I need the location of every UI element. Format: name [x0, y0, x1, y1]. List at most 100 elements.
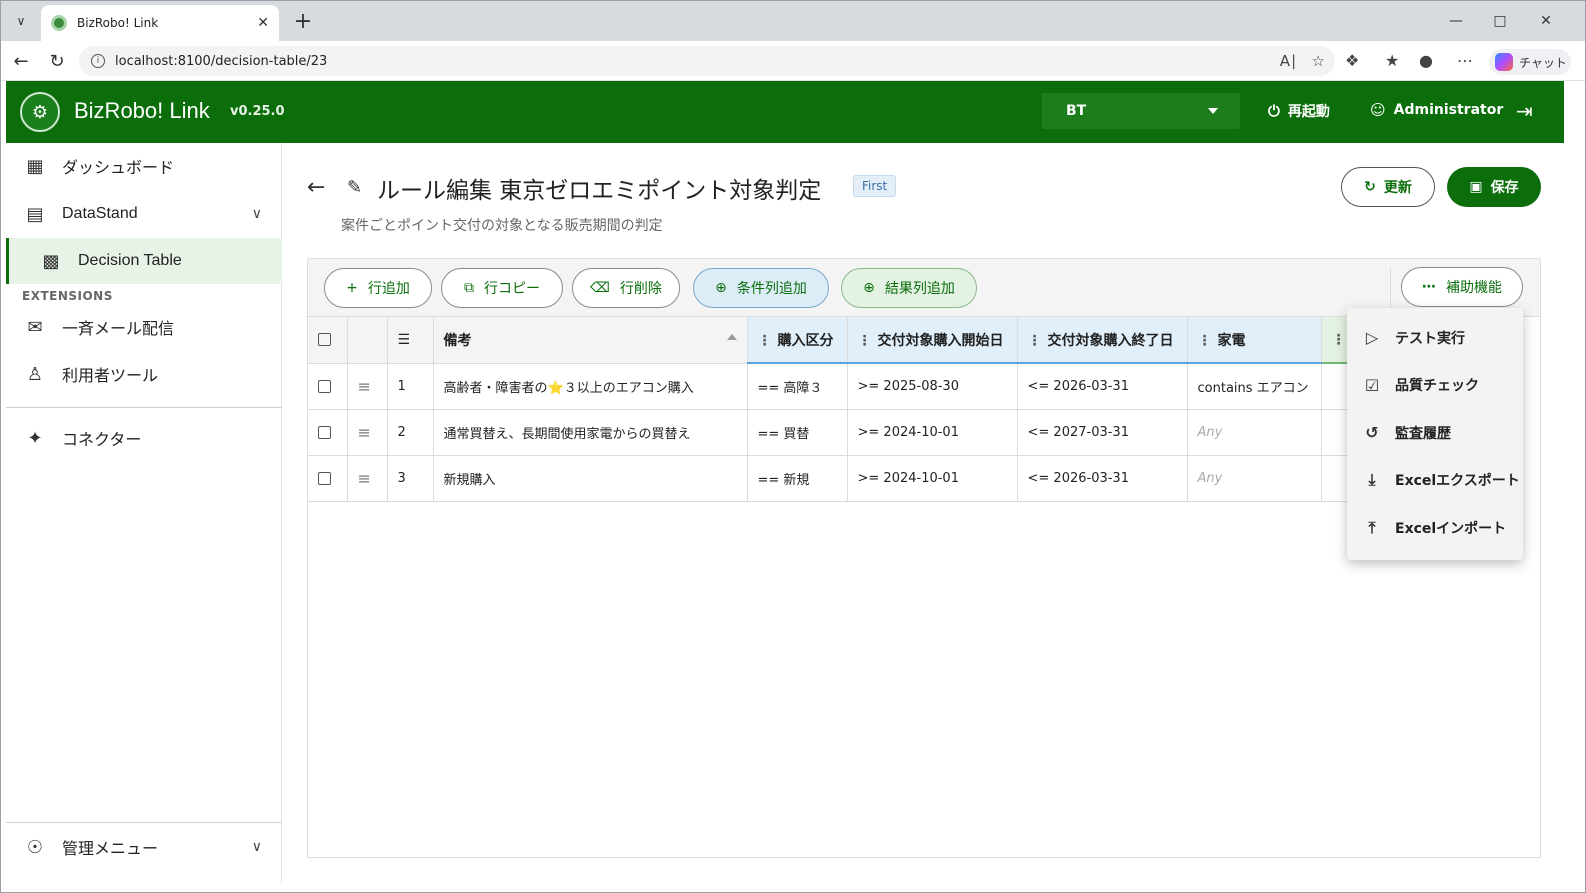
read-aloud-icon[interactable]: A∣ [1280, 52, 1298, 70]
maximize-button[interactable]: □ [1485, 7, 1515, 35]
environment-select[interactable]: BT [1042, 93, 1240, 129]
table-row[interactable]: ≡ 2 通常買替え、長期間使用家電からの買替え == 買替 >= 2024-10… [308, 409, 1402, 456]
restart-button[interactable]: ⏻ 再起動 [1268, 101, 1330, 121]
close-icon[interactable]: ✕ [257, 15, 269, 31]
delete-row-label: 行削除 [619, 281, 662, 297]
select-all-checkbox[interactable] [318, 333, 331, 347]
table-row[interactable]: ≡ 1 高齢者・障害者の⭐３以上のエアコン購入 == 高障３ >= 2025-0… [308, 363, 1402, 410]
start-date-cell[interactable]: >= 2024-10-01 [847, 455, 1018, 502]
user-tools-icon: ♙ [26, 363, 44, 385]
table-row[interactable]: ≡ 3 新規購入 == 新規 >= 2024-10-01 <= 2026-03-… [308, 455, 1402, 502]
menu-item-excel-import[interactable]: ⤒ Excelインポート [1347, 504, 1523, 552]
drag-handle-icon[interactable]: ≡ [358, 377, 371, 396]
sidebar-item-admin-menu[interactable]: ☉ 管理メニュー ∨ [6, 824, 282, 870]
refresh-button[interactable]: ↻ 更新 [1341, 167, 1435, 207]
start-date-cell[interactable]: >= 2024-10-01 [847, 409, 1018, 456]
tab-list-button[interactable]: ∨ [7, 7, 35, 35]
copy-row-button[interactable]: ⧉ 行コピー [441, 268, 563, 308]
column-menu-icon[interactable]: ⋮ [1332, 332, 1346, 348]
appliance-cell[interactable]: Any [1187, 455, 1322, 502]
save-button[interactable]: ▣ 保存 [1447, 167, 1541, 207]
memo-cell[interactable]: 通常買替え、長期間使用家電からの買替え [433, 409, 748, 456]
sidebar-item-user-tools[interactable]: ♙ 利用者ツール [6, 351, 282, 397]
account-icon: ☺ [1370, 101, 1386, 119]
copilot-button[interactable]: チャット [1489, 49, 1571, 75]
purchase-type-cell[interactable]: == 高障３ [747, 363, 848, 410]
favorite-star-icon[interactable]: ☆ [1312, 52, 1325, 70]
window-close-button[interactable]: ✕ [1531, 7, 1561, 35]
start-date-column-header[interactable]: ⋮ 交付対象購入開始日 [847, 317, 1018, 364]
minimize-button[interactable]: — [1441, 7, 1471, 35]
memo-cell[interactable]: 新規購入 [433, 455, 748, 502]
back-icon[interactable]: ← [7, 49, 35, 73]
row-checkbox[interactable] [318, 379, 331, 393]
row-checkbox[interactable] [318, 425, 331, 439]
row-checkbox[interactable] [318, 471, 331, 485]
start-date-cell[interactable]: >= 2025-08-30 [847, 363, 1018, 410]
assist-functions-button[interactable]: ⋯ 補助機能 [1401, 267, 1523, 307]
logout-icon[interactable]: ⇥ [1516, 99, 1533, 123]
drag-handle-icon[interactable]: ≡ [358, 423, 371, 442]
numbered-list-icon: ☰ [397, 331, 411, 348]
sort-ascending-icon[interactable] [726, 333, 737, 340]
sidebar-divider [6, 407, 282, 408]
drag-handle-icon[interactable]: ≡ [358, 469, 371, 488]
column-menu-icon[interactable]: ⋮ [758, 333, 772, 349]
browser-window: ∨ BizRobo! Link ✕ + — □ ✕ ← ↻ i localhos… [0, 0, 1586, 893]
menu-item-excel-export[interactable]: ⤓ Excelエクスポート [1347, 457, 1523, 505]
add-result-column-label: 結果列追加 [884, 281, 955, 297]
profile-icon[interactable]: ● [1419, 51, 1433, 70]
puzzle-icon: ✦ [27, 427, 43, 449]
reload-icon[interactable]: ↻ [43, 49, 71, 73]
dropdown-caret-icon [1208, 108, 1218, 114]
table-header-row: ☰ 備考 ⋮ 購入区分 ⋮ 交付対象購入開始日 ⋮ 交付対象購入終了日 ⋮ 家電 ⋮ [308, 317, 1402, 364]
appliance-cell[interactable]: contains エアコン [1187, 363, 1322, 410]
sidebar-item-bulk-mail[interactable]: ✉ 一斉メール配信 [6, 304, 282, 350]
add-result-column-button[interactable]: ⊕ 結果列追加 [841, 268, 977, 308]
url-field[interactable]: i localhost:8100/decision-table/23 A∣ ☆ [79, 46, 1335, 76]
delete-row-button[interactable]: ⌫ 行削除 [572, 268, 680, 308]
add-row-button[interactable]: + 行追加 [324, 268, 432, 308]
column-menu-icon[interactable]: ⋮ [1198, 333, 1212, 349]
end-date-cell[interactable]: <= 2027-03-31 [1017, 409, 1188, 456]
drag-header-cell [347, 317, 388, 364]
user-menu-button[interactable]: ☺ Administrator [1370, 101, 1503, 119]
menu-item-quality-check[interactable]: ☑ 品質チェック [1347, 362, 1523, 410]
any-placeholder: Any [1197, 424, 1223, 440]
add-condition-column-button[interactable]: ⊕ 条件列追加 [693, 268, 829, 308]
add-condition-column-label: 条件列追加 [736, 281, 807, 297]
browser-tab[interactable]: BizRobo! Link ✕ [41, 5, 279, 41]
edit-list-icon: ✎ [347, 177, 363, 198]
drag-handle-cell: ≡ [347, 455, 388, 502]
sidebar-item-connector[interactable]: ✦ コネクター [6, 415, 282, 461]
sidebar-item-dashboard[interactable]: ▦ ダッシュボード [6, 143, 282, 189]
end-date-cell[interactable]: <= 2026-03-31 [1017, 363, 1188, 410]
extensions-icon[interactable]: ❖ [1345, 51, 1359, 70]
new-tab-button[interactable]: + [289, 7, 317, 35]
appliance-cell[interactable]: Any [1187, 409, 1322, 456]
more-icon[interactable]: ⋯ [1457, 51, 1473, 70]
memo-cell[interactable]: 高齢者・障害者の⭐３以上のエアコン購入 [433, 363, 748, 410]
purchase-type-cell[interactable]: == 買替 [747, 409, 848, 456]
history-icon: ↺ [1365, 423, 1379, 443]
menu-item-test-run[interactable]: ▷ テスト実行 [1347, 314, 1523, 362]
favorites-icon[interactable]: ★ [1385, 51, 1399, 70]
end-date-cell[interactable]: <= 2026-03-31 [1017, 455, 1188, 502]
sidebar-item-datastand[interactable]: ▤ DataStand ∨ [6, 191, 282, 237]
back-arrow-icon[interactable]: ← [307, 175, 325, 200]
end-date-column-header[interactable]: ⋮ 交付対象購入終了日 [1017, 317, 1188, 364]
chevron-down-icon: ∨ [16, 14, 26, 28]
info-icon[interactable]: i [91, 54, 105, 68]
column-menu-icon[interactable]: ⋮ [858, 333, 872, 349]
menu-item-audit-history[interactable]: ↺ 監査履歴 [1347, 409, 1523, 457]
appliance-column-header[interactable]: ⋮ 家電 [1187, 317, 1322, 364]
memo-column-header[interactable]: 備考 [433, 317, 748, 364]
save-label: 保存 [1490, 180, 1519, 196]
copilot-label: チャット [1519, 55, 1567, 70]
app-title: BizRobo! Link [74, 98, 210, 123]
purchase-type-cell[interactable]: == 新規 [747, 455, 848, 502]
sidebar-divider [6, 822, 282, 823]
purchase-type-column-header[interactable]: ⋮ 購入区分 [747, 317, 848, 364]
sidebar-item-decision-table[interactable]: ▩ Decision Table [6, 238, 282, 284]
column-menu-icon[interactable]: ⋮ [1028, 333, 1042, 349]
